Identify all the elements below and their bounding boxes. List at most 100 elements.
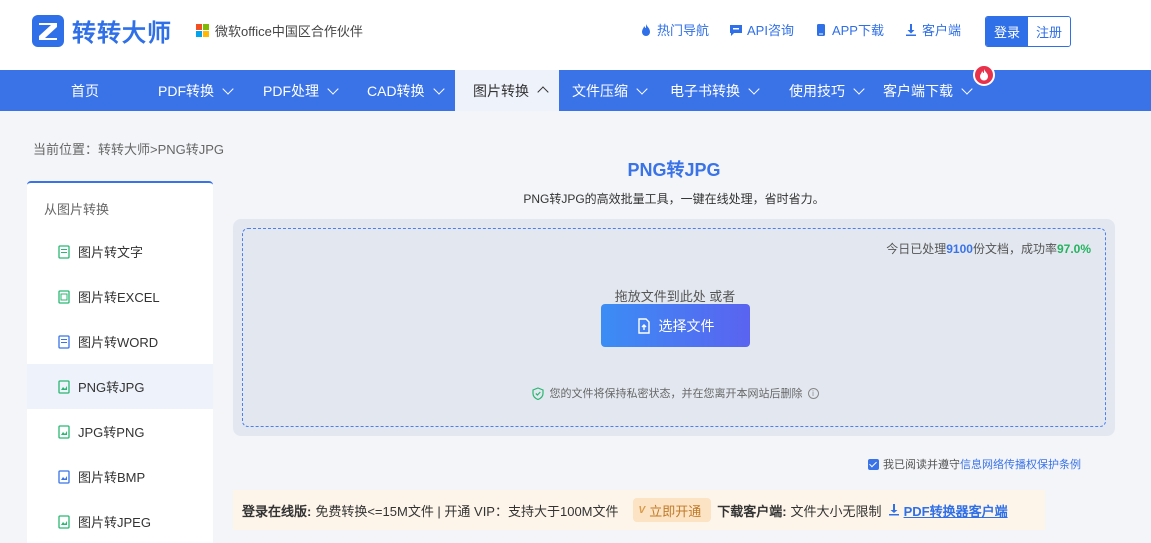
sidebar-item-image-to-excel[interactable]: 图片转EXCEL xyxy=(27,274,213,319)
promo-client-text: 文件大小无限制 xyxy=(790,503,882,519)
agree-link[interactable]: 信息网络传播权保护条例 xyxy=(960,456,1081,472)
privacy-note: 您的文件将保持私密状态，并在您离开本网站后删除 i xyxy=(243,385,1107,401)
nav-label: 图片转换 xyxy=(473,82,529,99)
sidebar-title: 从图片转换 xyxy=(44,202,110,217)
nav-item-file-compress[interactable]: 文件压缩 xyxy=(572,70,648,111)
chevron-down-icon xyxy=(961,82,973,95)
top-link-api[interactable]: API咨询 xyxy=(729,20,794,39)
partner-badge: 微软office中国区合作伙伴 xyxy=(196,21,363,40)
image-file-icon xyxy=(58,379,70,394)
agree-prefix: 我已阅读并遵守 xyxy=(883,459,960,471)
sidebar-item-label: 图片转EXCEL xyxy=(78,290,160,305)
processing-stat: 今日已处理9100份文档，成功率97.0% xyxy=(886,240,1091,257)
nav-item-client-download[interactable]: 客户端下载 xyxy=(883,70,973,111)
chat-icon xyxy=(730,24,742,36)
promo-client-label: 下载客户端: xyxy=(717,503,787,519)
promo-bar: 登录在线版: 免费转换<=15M文件 | 开通 VIP：支持大于100M文件 V… xyxy=(233,490,1045,530)
sidebar-item-image-to-jpeg[interactable]: 图片转JPEG xyxy=(27,499,213,543)
chevron-down-icon xyxy=(432,82,445,95)
top-link-label: API咨询 xyxy=(747,23,794,38)
sidebar-item-label: PNG转JPG xyxy=(78,380,145,395)
microsoft-icon xyxy=(196,23,210,38)
logo-text: 转转大师 xyxy=(72,20,172,47)
page-title: PNG转JPG xyxy=(627,160,721,180)
excel-icon xyxy=(58,289,70,304)
top-link-client[interactable]: 客户端 xyxy=(904,20,961,39)
document-icon xyxy=(58,244,70,259)
privacy-text: 您的文件将保持私密状态，并在您离开本网站后删除 xyxy=(549,388,803,400)
nav-item-pdf-convert[interactable]: PDF转换 xyxy=(158,70,234,111)
header: 转转大师 微软office中国区合作伙伴 热门导航 API咨询 APP下载 客户… xyxy=(0,0,1151,70)
nav-item-image-convert[interactable]: 图片转换 xyxy=(455,70,559,111)
page-subtitle: PNG转JPG的高效批量工具，一键在线处理，省时省力。 xyxy=(523,192,825,206)
nav-item-tips[interactable]: 使用技巧 xyxy=(789,70,865,111)
agreement: 我已阅读并遵守 信息网络传播权保护条例 xyxy=(868,456,1081,472)
partner-text: 微软office中国区合作伙伴 xyxy=(215,24,363,39)
phone-icon xyxy=(816,23,825,36)
auth-buttons: 登录 注册 xyxy=(985,16,1072,47)
drop-zone[interactable]: 今日已处理9100份文档，成功率97.0% 拖放文件到此处 或者 选择文件 您的… xyxy=(242,228,1106,427)
nav-label: PDF处理 xyxy=(263,82,319,99)
vip-label: 立即开通 xyxy=(649,503,702,519)
register-button[interactable]: 注册 xyxy=(1028,17,1071,46)
stat-count: 9100 xyxy=(946,242,973,256)
file-upload-icon xyxy=(637,317,650,334)
vip-icon: V xyxy=(638,504,646,516)
logo-icon xyxy=(32,14,64,47)
image-file-icon xyxy=(58,424,70,439)
top-link-label: APP下载 xyxy=(831,23,884,38)
download-icon xyxy=(905,23,916,36)
top-links: 热门导航 API咨询 APP下载 客户端 xyxy=(619,20,961,39)
login-button[interactable]: 登录 xyxy=(986,17,1029,46)
nav-label: 客户端下载 xyxy=(883,82,953,99)
choose-file-button[interactable]: 选择文件 xyxy=(601,304,750,347)
word-icon xyxy=(58,334,70,349)
nav-item-cad-convert[interactable]: CAD转换 xyxy=(367,70,445,111)
nav-label: PDF转换 xyxy=(158,82,214,99)
sidebar: 从图片转换 图片转文字 图片转EXCEL 图片转WORD PNG转JPG JPG… xyxy=(27,181,213,543)
sidebar-item-label: 图片转文字 xyxy=(78,245,144,260)
stat-rate: 97.0% xyxy=(1056,242,1091,256)
hot-badge-icon xyxy=(973,64,995,86)
top-link-label: 客户端 xyxy=(921,23,961,38)
top-link-app[interactable]: APP下载 xyxy=(814,20,884,39)
chevron-down-icon xyxy=(222,82,234,95)
download-icon xyxy=(888,504,899,516)
nav-label: 电子书转换 xyxy=(670,82,740,99)
promo-online-label: 登录在线版: xyxy=(242,503,312,519)
sidebar-item-label: 图片转WORD xyxy=(78,335,159,350)
chevron-down-icon xyxy=(853,82,865,95)
nav-item-pdf-process[interactable]: PDF处理 xyxy=(263,70,339,111)
sidebar-item-jpg-to-png[interactable]: JPG转PNG xyxy=(27,409,213,454)
agree-checkbox[interactable] xyxy=(868,458,879,470)
chevron-down-icon xyxy=(327,82,339,95)
nav-item-ebook-convert[interactable]: 电子书转换 xyxy=(670,70,760,111)
sidebar-item-label: JPG转PNG xyxy=(78,425,145,440)
choose-file-label: 选择文件 xyxy=(658,317,715,334)
nav-label: 首页 xyxy=(71,82,99,99)
vip-open-button[interactable]: V 立即开通 xyxy=(632,498,712,522)
logo[interactable]: 转转大师 xyxy=(32,13,172,48)
stat-prefix: 今日已处理 xyxy=(886,242,947,256)
chevron-down-icon xyxy=(748,82,760,95)
sidebar-item-label: 图片转BMP xyxy=(78,470,146,485)
sidebar-item-image-to-word[interactable]: 图片转WORD xyxy=(27,319,213,364)
sidebar-item-image-to-bmp[interactable]: 图片转BMP xyxy=(27,454,213,499)
image-file-icon xyxy=(58,469,70,484)
flame-icon xyxy=(641,23,650,36)
nav-item-home[interactable]: 首页 xyxy=(71,70,99,111)
info-icon[interactable]: i xyxy=(807,387,819,399)
sidebar-item-image-to-text[interactable]: 图片转文字 xyxy=(27,229,213,274)
sidebar-item-png-to-jpg[interactable]: PNG转JPG xyxy=(27,364,213,409)
nav-label: CAD转换 xyxy=(367,82,425,99)
chevron-up-icon xyxy=(537,86,549,98)
client-download-link[interactable]: PDF转换器客户端 xyxy=(888,501,1008,520)
client-download-label: PDF转换器客户端 xyxy=(903,503,1008,519)
top-link-hot-nav[interactable]: 热门导航 xyxy=(639,20,709,39)
chevron-down-icon xyxy=(636,82,648,95)
image-file-icon xyxy=(58,514,70,529)
sidebar-item-label: 图片转JPEG xyxy=(78,515,151,530)
promo-online-text: 免费转换<=15M文件 | 开通 VIP：支持大于100M文件 xyxy=(315,503,619,519)
drop-text: 拖放文件到此处 或者 xyxy=(614,289,736,304)
breadcrumb: 当前位置：转转大师>PNG转JPG xyxy=(33,142,225,157)
